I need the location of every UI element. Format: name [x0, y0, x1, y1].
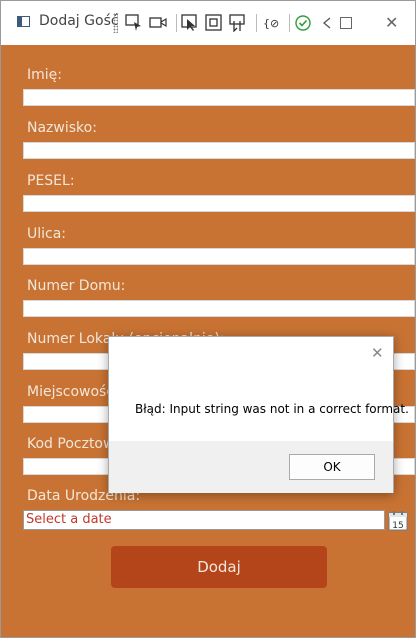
binding-failures-icon[interactable]: {⊘}	[261, 11, 281, 35]
error-message: Błąd: Input string was not in a correct …	[135, 402, 409, 416]
collapse-icon[interactable]	[317, 11, 337, 35]
toolbar-separator	[288, 14, 290, 32]
select-element-icon[interactable]	[124, 11, 144, 35]
pesel-input[interactable]	[23, 195, 415, 212]
window-title: Dodaj Gość	[39, 13, 119, 29]
street-input[interactable]	[23, 248, 415, 265]
app-window: Dodaj Gość {⊘}	[0, 0, 416, 638]
checkmark-icon[interactable]	[293, 11, 313, 35]
pesel-label: PESEL:	[27, 173, 75, 189]
svg-text:{⊘}: {⊘}	[263, 17, 280, 30]
toolbar-separator	[255, 14, 257, 32]
street-label: Ulica:	[27, 226, 67, 242]
dialog-close-icon[interactable]: ✕	[371, 344, 384, 362]
toolbar-grip[interactable]	[113, 13, 118, 33]
toolbar-separator	[175, 14, 177, 32]
house-number-input[interactable]	[23, 300, 415, 317]
track-focus-icon[interactable]	[228, 11, 248, 35]
last-name-label: Nazwisko:	[27, 120, 97, 136]
city-label: Miejscowość:	[27, 384, 119, 400]
calendar-icon[interactable]: 15	[388, 510, 408, 531]
calendar-day-number: 15	[392, 521, 403, 531]
cursor-select-icon[interactable]	[180, 11, 200, 35]
first-name-input[interactable]	[23, 89, 415, 106]
dialog-footer: OK	[109, 441, 393, 493]
app-icon	[17, 16, 30, 27]
first-name-label: Imię:	[27, 67, 62, 83]
maximize-button[interactable]	[340, 17, 352, 29]
add-guest-button[interactable]: Dodaj	[111, 546, 327, 588]
ok-button[interactable]: OK	[289, 454, 375, 480]
error-dialog: ✕ Błąd: Input string was not in a correc…	[108, 336, 409, 493]
video-icon[interactable]	[148, 11, 168, 35]
last-name-input[interactable]	[23, 142, 415, 159]
house-number-label: Numer Domu:	[27, 278, 126, 294]
title-bar[interactable]: Dodaj Gość {⊘}	[1, 1, 415, 45]
wpf-debug-toolbar: {⊘}	[113, 9, 341, 37]
birth-date-picker[interactable]: Select a date	[23, 510, 385, 530]
close-icon[interactable]: ✕	[385, 13, 398, 32]
layout-adorner-icon[interactable]	[204, 11, 224, 35]
